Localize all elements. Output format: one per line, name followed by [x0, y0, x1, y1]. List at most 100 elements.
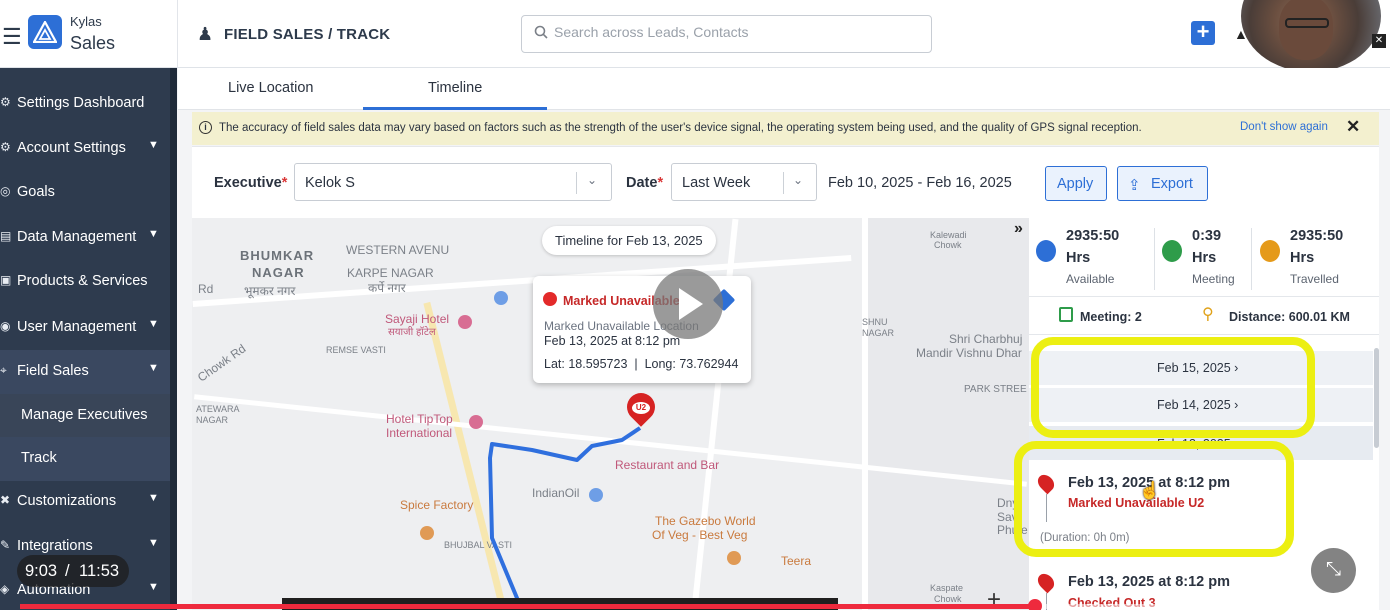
panel-scrollbar[interactable] [1374, 348, 1379, 448]
stat-name: Available [1066, 272, 1115, 286]
executive-select[interactable]: Kelok S ⌄ [294, 163, 612, 201]
top-header: ☰ Kylas Sales ♟ FIELD SALES / TRACK + ▲ … [0, 0, 1390, 72]
event-pin-icon [1034, 570, 1058, 594]
date-label: Date* [626, 175, 663, 191]
sidebar-item-field-sales[interactable]: ⌖ Field Sales ▼ [0, 350, 170, 394]
apply-label: Apply [1057, 176, 1094, 192]
page-title: FIELD SALES / TRACK [224, 26, 391, 43]
divider [1029, 296, 1379, 297]
progress-fill [20, 604, 1036, 609]
total-distance: Distance: 600.01 KM [1229, 310, 1350, 324]
total-time: 11:53 [79, 562, 120, 580]
progress-knob[interactable] [1028, 599, 1043, 610]
required-marker: * [657, 175, 664, 191]
brand-product: Sales [70, 33, 116, 53]
close-banner-icon[interactable]: ✕ [1346, 117, 1360, 137]
quick-add-button[interactable]: + [1191, 21, 1215, 45]
sidebar-item-label: Manage Executives [21, 407, 148, 423]
box-icon: ▣ [0, 273, 12, 287]
video-play-button[interactable] [653, 269, 723, 339]
sidebar-item-goals[interactable]: ◎ Goals [0, 171, 170, 215]
caret-down-icon: ▼ [148, 581, 159, 593]
stopwatch-icon [1162, 240, 1182, 262]
sidebar-item-track[interactable]: Track [0, 437, 170, 481]
sidebar-item-products-services[interactable]: ▣ Products & Services [0, 260, 170, 304]
accuracy-info-banner: i The accuracy of field sales data may v… [192, 112, 1379, 145]
popup-coordinates: Lat: 18.595723 | Long: 73.762944 [544, 357, 739, 371]
stat-divider [1154, 228, 1155, 290]
caret-down-icon: ▼ [148, 139, 159, 151]
sidebar-item-settings-dashboard[interactable]: ⚙ Settings Dashboard [0, 82, 170, 126]
global-search[interactable] [521, 15, 932, 53]
caret-down-icon: ▼ [148, 362, 159, 374]
caret-down-icon: ▼ [148, 318, 159, 330]
tab-live-location[interactable]: Live Location [228, 80, 313, 96]
executive-label: Executive* [214, 175, 287, 191]
stat-name: Travelled [1290, 272, 1339, 286]
sidebar-item-label: Data Management [17, 229, 137, 245]
video-progress-bar[interactable] [20, 599, 1356, 610]
popup-longitude: Long: 73.762944 [644, 357, 739, 371]
sidebar-item-user-management[interactable]: ◉ User Management ▼ [0, 306, 170, 350]
header-divider [177, 0, 178, 68]
date-select[interactable]: Last Week ⌄ [671, 163, 817, 201]
caret-down-icon: ▼ [148, 537, 159, 549]
sidebar-item-data-management[interactable]: ▤ Data Management ▼ [0, 216, 170, 260]
select-separator [576, 172, 577, 194]
search-input[interactable] [554, 24, 914, 40]
sidebar-item-label: Account Settings [17, 140, 126, 156]
mouse-cursor-icon: ☝ [1139, 481, 1161, 500]
sidebar-item-label: Settings Dashboard [17, 95, 145, 111]
map-view[interactable]: BHUMKAR NAGAR भूमकर नगर WESTERN AVENU KA… [192, 218, 1029, 610]
required-marker: * [281, 175, 288, 191]
calendar-icon [1059, 307, 1073, 322]
active-tab-indicator [363, 107, 547, 110]
stat-unit: Hrs [1066, 250, 1091, 266]
database-icon: ▤ [0, 229, 12, 243]
tab-timeline[interactable]: Timeline [428, 80, 482, 96]
webcam-overlay [1241, 0, 1381, 72]
stat-value: 2935:50 [1290, 228, 1344, 244]
map-marker-label: U2 [632, 402, 650, 414]
banner-text: The accuracy of field sales data may var… [219, 122, 1142, 134]
stopwatch-icon [1260, 240, 1280, 262]
search-icon [534, 25, 548, 39]
video-time-display: 9:03 / 11:53 [17, 555, 129, 587]
export-button[interactable]: ⇪ Export [1117, 166, 1208, 201]
sidebar-item-label: Customizations [17, 493, 117, 509]
field-sales-icon: ♟ [197, 24, 214, 44]
meeting-count: Meeting: 2 [1080, 310, 1142, 324]
sidebar-item-label: Integrations [17, 538, 93, 554]
sidebar-scrollbar[interactable] [170, 68, 177, 610]
divider [1029, 334, 1379, 335]
chevron-down-icon: ⌄ [587, 173, 598, 187]
event-time[interactable]: Feb 13, 2025 at 8:12 pm [1068, 574, 1230, 590]
robot-icon: ◈ [0, 582, 10, 596]
apply-button[interactable]: Apply [1045, 166, 1107, 201]
dont-show-again-link[interactable]: Don't show again [1240, 121, 1328, 133]
filter-bar: Executive* Kelok S ⌄ Date* Last Week ⌄ F… [192, 146, 1379, 218]
current-time: 9:03 [25, 562, 58, 580]
select-separator [783, 172, 784, 194]
highlight-annotation [1031, 337, 1315, 438]
presenter-glasses [1285, 18, 1329, 28]
stat-unit: Hrs [1192, 250, 1217, 266]
popup-latitude: Lat: 18.595723 [544, 357, 628, 371]
sidebar-item-account-settings[interactable]: ⚙ Account Settings ▼ [0, 127, 170, 171]
expand-panel-icon[interactable]: » [1014, 220, 1023, 238]
stat-divider [1251, 228, 1252, 290]
time-separator: / [65, 562, 70, 580]
fullscreen-icon[interactable]: ⤡ [1311, 548, 1356, 593]
sidebar-item-label: Goals [17, 184, 55, 200]
date-label-text: Date [626, 175, 658, 191]
sidebar-item-manage-executives[interactable]: Manage Executives [0, 394, 170, 438]
sidebar-item-label: Track [21, 450, 57, 466]
hamburger-menu-icon[interactable]: ☰ [2, 24, 22, 50]
close-icon[interactable]: ✕ [1372, 34, 1386, 48]
popup-timestamp: Feb 13, 2025 at 8:12 pm [544, 334, 681, 348]
users-icon: ◉ [0, 319, 11, 333]
gear-icon: ⚙ [0, 140, 11, 154]
sidebar-item-customizations[interactable]: ✖ Customizations ▼ [0, 480, 170, 524]
stat-name: Meeting [1192, 272, 1235, 286]
stat-value: 0:39 [1192, 228, 1222, 244]
